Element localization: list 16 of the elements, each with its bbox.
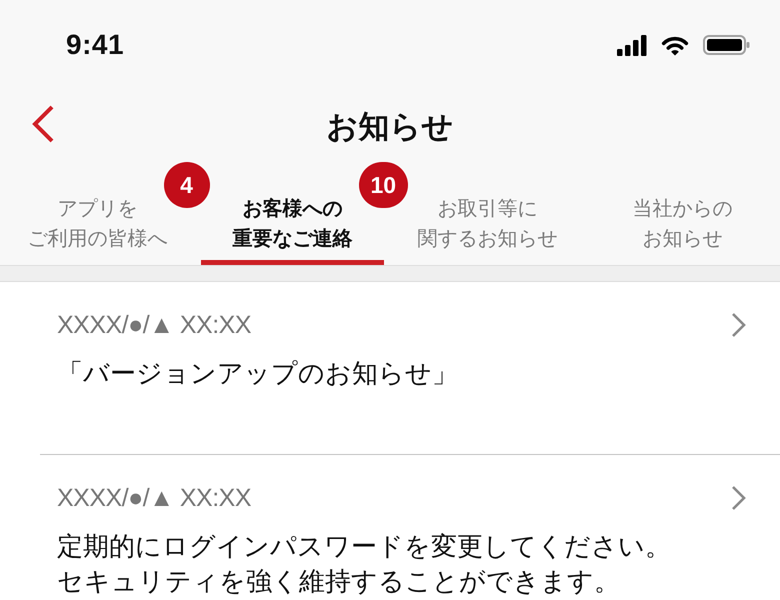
page-title: お知らせ	[326, 108, 454, 146]
notice-date: XXXX/●/▲ XX:XX	[57, 483, 252, 514]
chevron-left-icon	[30, 104, 56, 144]
notice-title: 定期的にログインパスワードを変更してください。 セキュリティを強く維持することができます。	[57, 530, 671, 598]
wifi-icon	[661, 34, 689, 56]
notice-title: 「バージョンアップのお知らせ」	[57, 357, 458, 390]
tab[interactable]: 当社からの お知らせ	[591, 160, 774, 265]
chevron-right-icon	[731, 485, 747, 511]
notice-date: XXXX/●/▲ XX:XX	[57, 310, 252, 341]
back-button[interactable]	[30, 104, 56, 144]
status-time: 9:41	[66, 29, 124, 61]
battery-icon	[703, 35, 750, 55]
count-badge: 4	[164, 162, 210, 208]
count-badge: 10	[358, 162, 408, 208]
chevron-right-icon	[731, 312, 747, 338]
signal-icon	[617, 34, 647, 56]
